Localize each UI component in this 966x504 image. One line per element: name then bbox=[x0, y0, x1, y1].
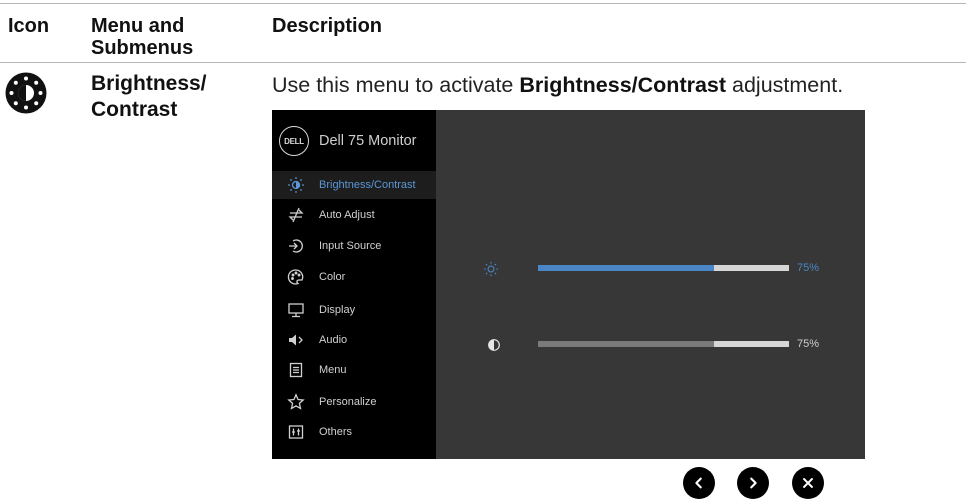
back-button[interactable] bbox=[683, 467, 715, 499]
menu-item-label: Brightness/Contrast bbox=[319, 179, 416, 191]
dell-logo: DELL bbox=[279, 126, 309, 156]
color-icon bbox=[285, 268, 307, 286]
menu-item-label: Audio bbox=[319, 334, 348, 346]
menu-item-label: Others bbox=[319, 426, 353, 438]
others-icon bbox=[285, 423, 307, 441]
menu-item-audio[interactable]: Audio bbox=[272, 326, 436, 354]
audio-icon bbox=[285, 331, 307, 349]
brightness-value: 75% bbox=[797, 262, 820, 274]
menu-item-label: Personalize bbox=[319, 396, 377, 408]
osd-panel: DELL Dell 75 Monitor Brightness/Contrast… bbox=[272, 110, 865, 459]
header-menu: Menu and Submenus bbox=[91, 15, 194, 59]
menu-item-brightness-contrast[interactable]: Brightness/Contrast bbox=[272, 171, 436, 199]
forward-button[interactable] bbox=[737, 467, 769, 499]
chevron-left-icon bbox=[695, 477, 702, 489]
header-description: Description bbox=[272, 15, 383, 37]
brightness-slider[interactable] bbox=[538, 265, 789, 271]
contrast-value: 75% bbox=[797, 338, 820, 350]
osd-brand: DELL Dell 75 Monitor bbox=[279, 126, 417, 156]
brightness-contrast-icon bbox=[5, 72, 47, 114]
contrast-slider-fill bbox=[538, 341, 714, 347]
header-rule bbox=[0, 62, 966, 63]
menu-item-display[interactable]: Display bbox=[272, 296, 436, 324]
auto-adjust-icon bbox=[285, 206, 307, 224]
menu-item-input-source[interactable]: Input Source bbox=[272, 232, 436, 260]
menu-item-color[interactable]: Color bbox=[272, 263, 436, 291]
close-icon bbox=[803, 478, 813, 488]
display-icon bbox=[285, 301, 307, 319]
contrast-slider[interactable] bbox=[538, 341, 789, 347]
description-prefix: Use this menu to activate bbox=[272, 73, 520, 97]
chevron-right-icon bbox=[750, 477, 757, 489]
top-rule bbox=[0, 3, 966, 4]
menu-title: Brightness/ Contrast bbox=[91, 72, 207, 121]
description-suffix: adjustment. bbox=[726, 73, 844, 97]
menu-item-others[interactable]: Others bbox=[272, 418, 436, 446]
menu-item-auto-adjust[interactable]: Auto Adjust bbox=[272, 201, 436, 229]
input-source-icon bbox=[285, 237, 307, 255]
osd-sidebar: DELL Dell 75 Monitor Brightness/Contrast… bbox=[272, 110, 436, 459]
menu-item-label: Menu bbox=[319, 364, 347, 376]
brightness-slider-icon bbox=[483, 261, 499, 277]
monitor-model: Dell 75 Monitor bbox=[319, 133, 417, 149]
close-button[interactable] bbox=[792, 467, 824, 499]
description-text: Use this menu to activate Brightness/Con… bbox=[272, 73, 843, 98]
menu-item-label: Display bbox=[319, 304, 356, 316]
menu-item-personalize[interactable]: Personalize bbox=[272, 388, 436, 416]
brightness-slider-fill bbox=[538, 265, 714, 271]
menu-item-menu[interactable]: Menu bbox=[272, 356, 436, 384]
personalize-icon bbox=[285, 393, 307, 411]
description-bold: Brightness/Contrast bbox=[519, 73, 727, 97]
menu-icon bbox=[285, 361, 307, 379]
menu-item-label: Input Source bbox=[319, 240, 382, 252]
brightness-icon bbox=[285, 176, 307, 194]
contrast-slider-icon bbox=[488, 338, 500, 351]
header-icon: Icon bbox=[8, 15, 50, 37]
menu-item-label: Color bbox=[319, 271, 346, 283]
menu-item-label: Auto Adjust bbox=[319, 209, 375, 221]
